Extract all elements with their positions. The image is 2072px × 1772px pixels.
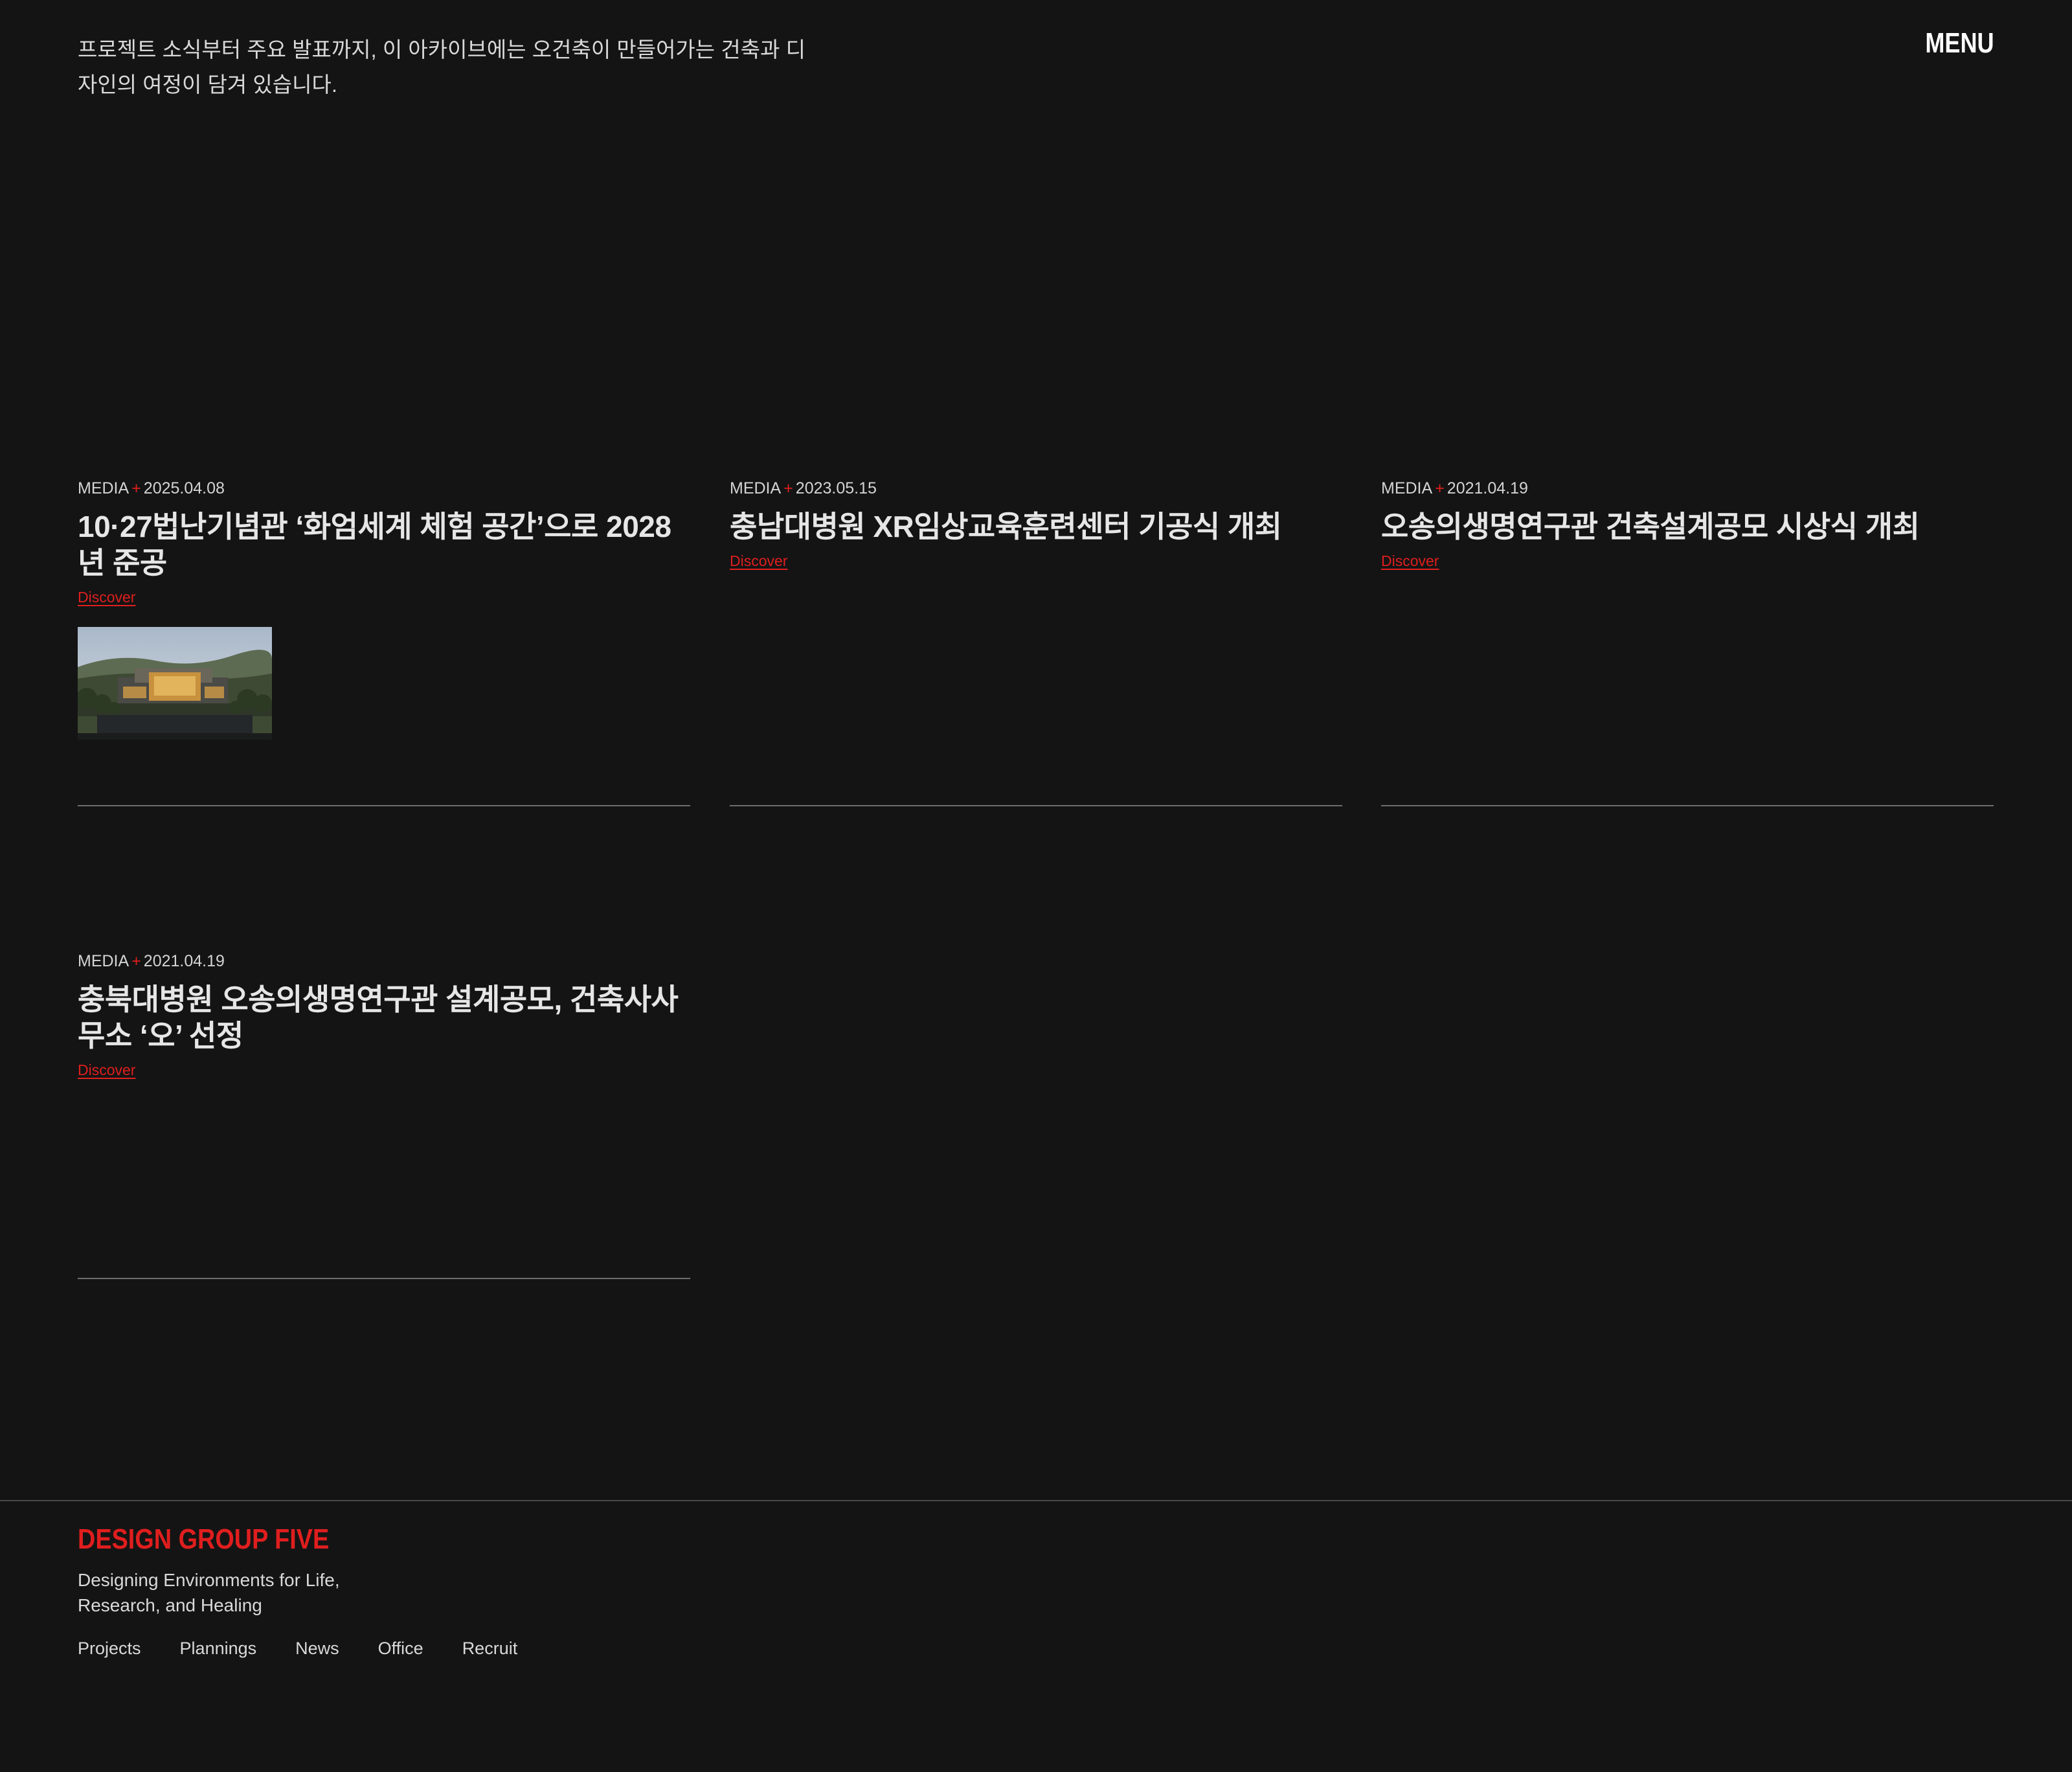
discover-link[interactable]: Discover bbox=[78, 1062, 135, 1079]
post-card[interactable]: MEDIA +2025.04.08 10·27법난기념관 ‘화엄세계 체험 공간’… bbox=[78, 477, 690, 740]
post-date: 2021.04.19 bbox=[1447, 479, 1528, 497]
divider-line bbox=[78, 805, 690, 806]
post-card[interactable]: MEDIA +2021.04.19 오송의생명연구관 건축설계공모 시상식 개최 … bbox=[1381, 477, 1994, 570]
post-title[interactable]: 충남대병원 XR임상교육훈련센터 기공식 개최 bbox=[730, 508, 1342, 545]
discover-link[interactable]: Discover bbox=[78, 589, 135, 606]
menu-button[interactable]: MENU bbox=[1926, 27, 1994, 60]
post-date: 2025.04.08 bbox=[143, 479, 225, 497]
separator-plus-icon: + bbox=[131, 952, 141, 970]
post-card[interactable]: MEDIA +2021.04.19 충북대병원 오송의생명연구관 설계공모, 건축… bbox=[78, 950, 690, 1079]
post-thumbnail[interactable] bbox=[78, 627, 272, 740]
discover-link[interactable]: Discover bbox=[1381, 552, 1439, 570]
separator-plus-icon: + bbox=[1435, 479, 1445, 497]
footer-divider bbox=[0, 1500, 2072, 1501]
post-meta: MEDIA +2021.04.19 bbox=[1381, 477, 1994, 499]
footer-nav: Projects Plannings News Office Recruit bbox=[78, 1639, 517, 1659]
post-category: MEDIA bbox=[1381, 479, 1433, 497]
footer-nav-recruit[interactable]: Recruit bbox=[462, 1639, 518, 1659]
archive-intro: 프로젝트 소식부터 주요 발표까지, 이 아카이브에는 오건축이 만들어가는 건… bbox=[78, 38, 805, 97]
separator-plus-icon: + bbox=[783, 479, 793, 497]
divider-line bbox=[1381, 805, 1994, 806]
separator-plus-icon: + bbox=[131, 479, 141, 497]
post-title[interactable]: 10·27법난기념관 ‘화엄세계 체험 공간’으로 2028년 준공 bbox=[78, 508, 690, 581]
footer-nav-plannings[interactable]: Plannings bbox=[180, 1639, 257, 1659]
post-date: 2023.05.15 bbox=[795, 479, 877, 497]
post-meta: MEDIA +2023.05.15 bbox=[730, 477, 1342, 499]
post-category: MEDIA bbox=[78, 479, 130, 497]
post-date: 2021.04.19 bbox=[143, 952, 225, 970]
post-category: MEDIA bbox=[730, 479, 782, 497]
discover-link[interactable]: Discover bbox=[730, 552, 787, 570]
post-title[interactable]: 충북대병원 오송의생명연구관 설계공모, 건축사사무소 ‘오’ 선정 bbox=[78, 981, 690, 1054]
post-meta: MEDIA +2025.04.08 bbox=[78, 477, 690, 499]
building-rendering-image bbox=[78, 627, 272, 740]
divider-line bbox=[78, 1278, 690, 1279]
post-card[interactable]: MEDIA +2023.05.15 충남대병원 XR임상교육훈련센터 기공식 개최… bbox=[730, 477, 1342, 570]
post-title[interactable]: 오송의생명연구관 건축설계공모 시상식 개최 bbox=[1381, 508, 1994, 545]
post-meta: MEDIA +2021.04.19 bbox=[78, 950, 690, 972]
footer-nav-news[interactable]: News bbox=[295, 1639, 339, 1659]
footer-tagline: Designing Environments for Life, Researc… bbox=[78, 1570, 340, 1615]
footer-nav-projects[interactable]: Projects bbox=[78, 1639, 141, 1659]
footer-logo[interactable]: DESIGN GROUP FIVE bbox=[78, 1523, 329, 1556]
post-category: MEDIA bbox=[78, 952, 130, 970]
footer-nav-office[interactable]: Office bbox=[378, 1639, 423, 1659]
divider-line bbox=[730, 805, 1342, 806]
